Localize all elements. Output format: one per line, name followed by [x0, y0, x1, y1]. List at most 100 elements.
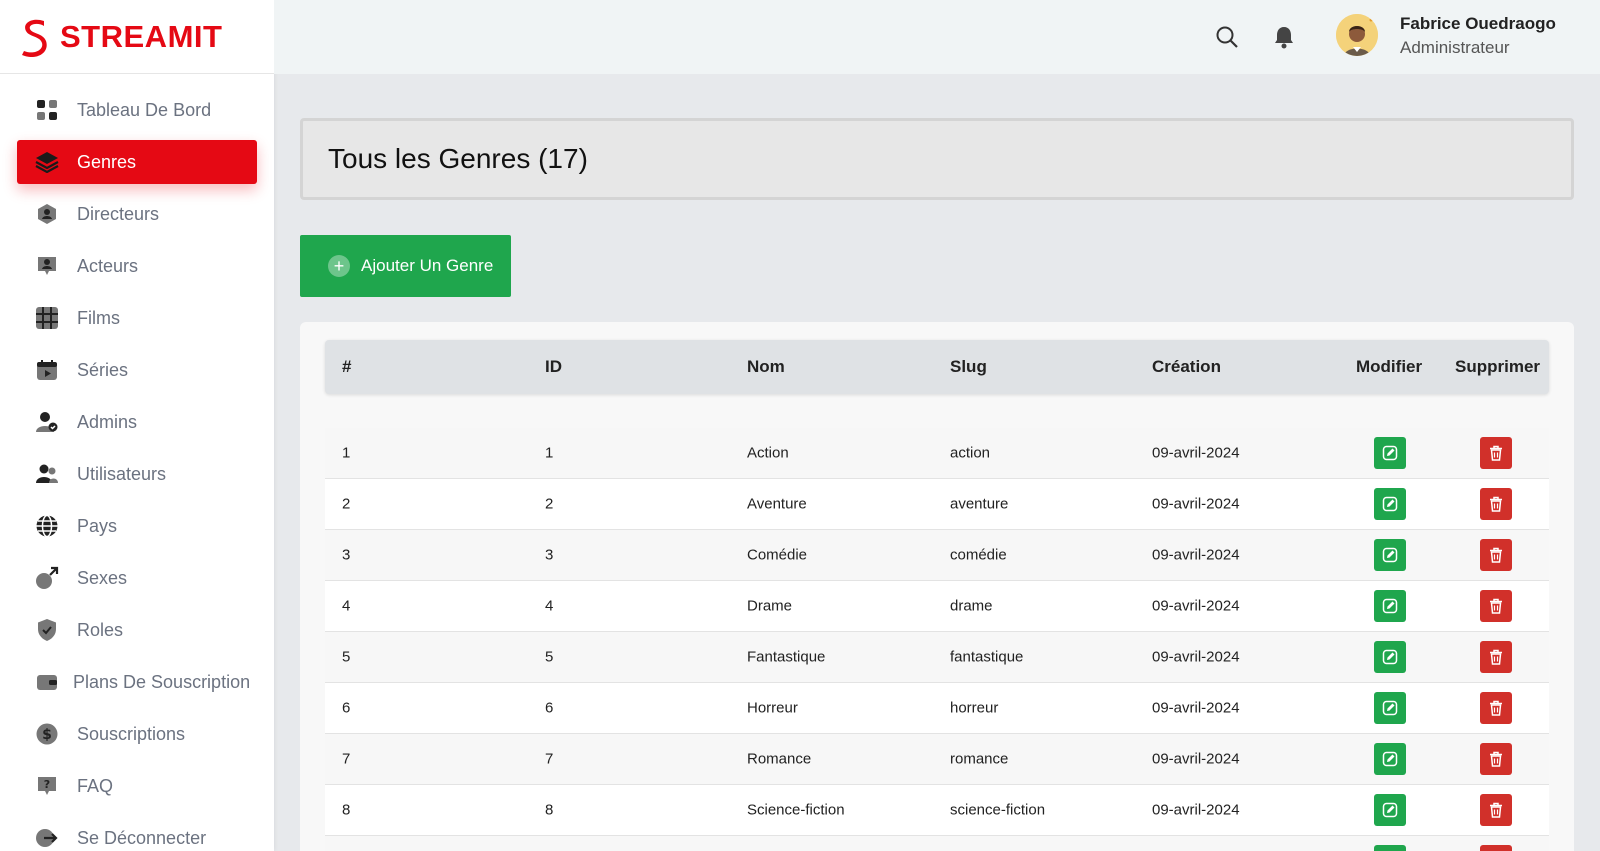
cell-num: 7: [342, 750, 351, 768]
delete-button[interactable]: [1480, 590, 1512, 622]
page-title: Tous les Genres (17): [328, 143, 588, 174]
cell-slug: comédie: [950, 546, 1007, 564]
cell-id: 5: [545, 648, 554, 666]
bell-icon[interactable]: [1271, 24, 1297, 50]
trash-icon: [1490, 649, 1502, 665]
sidebar-nav: Tableau De Bord Genres Directeurs Acteur…: [0, 88, 274, 851]
cell-slug: fantastique: [950, 648, 1024, 666]
director-icon: [35, 202, 59, 226]
gender-icon: [35, 566, 59, 590]
sidebar-item-label: Roles: [77, 619, 124, 640]
table-body: 1 1 Action action 09-avril-2024 2 2 Aven…: [325, 428, 1549, 851]
edit-icon: [1382, 547, 1398, 563]
genres-table: # ID Nom Slug Création Modifier Supprime…: [300, 322, 1574, 851]
cell-name: Science-fiction: [747, 801, 845, 819]
delete-button[interactable]: [1480, 692, 1512, 724]
sidebar-item-label: Tableau De Bord: [77, 99, 212, 120]
edit-button[interactable]: [1374, 845, 1406, 851]
edit-button[interactable]: [1374, 488, 1406, 520]
column-header-num: #: [342, 357, 352, 376]
sidebar-item-se-deconnecter[interactable]: Se Déconnecter: [17, 816, 257, 851]
edit-button[interactable]: [1374, 692, 1406, 724]
cell-name: Action: [747, 444, 789, 462]
edit-button[interactable]: [1374, 641, 1406, 673]
sidebar-item-tableau-de-bord[interactable]: Tableau De Bord: [17, 88, 257, 132]
sidebar-item-label: Pays: [77, 515, 118, 536]
shield-check-icon: [35, 618, 59, 642]
trash-icon: [1490, 598, 1502, 614]
series-icon: [35, 358, 59, 382]
cell-id: 4: [545, 597, 554, 615]
sidebar-item-label: Se Déconnecter: [77, 827, 207, 848]
sidebar-item-label: Souscriptions: [77, 723, 186, 744]
edit-button[interactable]: [1374, 590, 1406, 622]
sidebar-item-pays[interactable]: Pays: [17, 504, 257, 548]
cell-num: 2: [342, 495, 351, 513]
cell-slug: romance: [950, 750, 1009, 768]
cell-num: 6: [342, 699, 351, 717]
sidebar-item-label: Séries: [77, 359, 129, 380]
cell-id: 7: [545, 750, 554, 768]
table-row: 4 4 Drame drame 09-avril-2024: [325, 581, 1549, 632]
edit-button[interactable]: [1374, 539, 1406, 571]
cell-date: 09-avril-2024: [1152, 444, 1240, 462]
globe-icon: [35, 514, 59, 538]
sidebar-item-label: Sexes: [77, 567, 128, 588]
sidebar-item-plans-de-souscription[interactable]: Plans De Souscription: [17, 660, 257, 704]
edit-button[interactable]: [1374, 794, 1406, 826]
svg-text:?: ?: [44, 778, 50, 791]
avatar[interactable]: [1336, 14, 1378, 56]
cell-id: 2: [545, 495, 554, 513]
wallet-icon: [35, 670, 59, 694]
cell-num: 5: [342, 648, 351, 666]
cell-name: Comédie: [747, 546, 808, 564]
sidebar-item-sexes[interactable]: Sexes: [17, 556, 257, 600]
brand-logo[interactable]: STREAMIT: [0, 0, 274, 74]
delete-button[interactable]: [1480, 845, 1512, 851]
streamit-logo-icon: [22, 19, 47, 57]
trash-icon: [1490, 547, 1502, 563]
sidebar-item-roles[interactable]: Roles: [17, 608, 257, 652]
sidebar-item-acteurs[interactable]: Acteurs: [17, 244, 257, 288]
edit-button[interactable]: [1374, 437, 1406, 469]
sidebar-item-genres[interactable]: Genres: [17, 140, 257, 184]
sidebar-item-label: Utilisateurs: [77, 463, 167, 484]
sidebar-item-admins[interactable]: Admins: [17, 400, 257, 444]
cell-slug: science-fiction: [950, 801, 1046, 819]
logout-icon: [35, 826, 59, 850]
table-row: 7 7 Romance romance 09-avril-2024: [325, 734, 1549, 785]
sidebar-item-label: Films: [77, 307, 120, 328]
sidebar-item-series[interactable]: Séries: [17, 348, 257, 392]
sidebar-item-faq[interactable]: ? FAQ: [17, 764, 257, 808]
delete-button[interactable]: [1480, 641, 1512, 673]
top-header: Fabrice Ouedraogo Administrateur: [274, 0, 1600, 74]
edit-button[interactable]: [1374, 743, 1406, 775]
sidebar-item-films[interactable]: Films: [17, 296, 257, 340]
cell-name: Horreur: [747, 699, 798, 717]
sidebar-item-utilisateurs[interactable]: Utilisateurs: [17, 452, 257, 496]
column-header-id: ID: [545, 357, 562, 376]
sidebar-item-label: FAQ: [77, 775, 114, 796]
sidebar-item-directeurs[interactable]: Directeurs: [17, 192, 257, 236]
delete-button[interactable]: [1480, 794, 1512, 826]
table-row: 5 5 Fantastique fantastique 09-avril-202…: [325, 632, 1549, 683]
edit-icon: [1382, 496, 1398, 512]
table-header: # ID Nom Slug Création Modifier Supprime…: [325, 340, 1549, 394]
delete-button[interactable]: [1480, 539, 1512, 571]
cell-num: 3: [342, 546, 351, 564]
add-genre-button[interactable]: + Ajouter Un Genre: [300, 235, 511, 297]
delete-button[interactable]: [1480, 488, 1512, 520]
delete-button[interactable]: [1480, 437, 1512, 469]
actor-icon: [35, 254, 59, 278]
cell-num: 4: [342, 597, 351, 615]
search-icon[interactable]: [1214, 24, 1240, 50]
cell-date: 09-avril-2024: [1152, 495, 1240, 513]
cell-id: 8: [545, 801, 554, 819]
sidebar-item-souscriptions[interactable]: $ Souscriptions: [17, 712, 257, 756]
delete-button[interactable]: [1480, 743, 1512, 775]
admin-icon: [35, 410, 59, 434]
column-header-supprimer: Supprimer: [1455, 357, 1541, 376]
sidebar-item-label: Admins: [77, 411, 138, 432]
add-genre-button-label: Ajouter Un Genre: [361, 256, 494, 275]
sidebar-item-label: Plans De Souscription: [73, 671, 251, 692]
